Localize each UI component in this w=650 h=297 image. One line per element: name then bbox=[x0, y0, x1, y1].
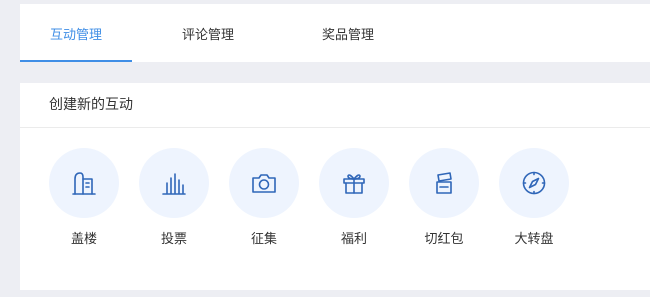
red-packet-icon bbox=[409, 148, 479, 218]
create-interaction-panel: 创建新的互动 盖楼 投票 征集 福利 切红包 大转盘 bbox=[20, 83, 650, 290]
interaction-wheel[interactable]: 大转盘 bbox=[499, 148, 569, 248]
gift-icon bbox=[319, 148, 389, 218]
item-label: 大转盘 bbox=[514, 232, 554, 247]
tab-bar: 互动管理 评论管理 奖品管理 bbox=[20, 4, 650, 62]
tab-comment-management[interactable]: 评论管理 bbox=[132, 4, 284, 62]
item-label: 切红包 bbox=[424, 232, 464, 247]
item-label: 福利 bbox=[340, 232, 367, 247]
tab-prize-management[interactable]: 奖品管理 bbox=[284, 4, 412, 62]
item-label: 盖楼 bbox=[70, 232, 97, 247]
building-icon bbox=[49, 148, 119, 218]
interaction-welfare[interactable]: 福利 bbox=[319, 148, 389, 248]
tab-interaction-management[interactable]: 互动管理 bbox=[20, 4, 132, 62]
interaction-vote[interactable]: 投票 bbox=[139, 148, 209, 248]
interaction-collect[interactable]: 征集 bbox=[229, 148, 299, 248]
interaction-type-list: 盖楼 投票 征集 福利 切红包 大转盘 bbox=[49, 148, 589, 248]
camera-icon bbox=[229, 148, 299, 218]
panel-title: 创建新的互动 bbox=[49, 97, 133, 113]
interaction-red-packet[interactable]: 切红包 bbox=[409, 148, 479, 248]
bar-chart-icon bbox=[139, 148, 209, 218]
compass-icon bbox=[499, 148, 569, 218]
divider bbox=[20, 127, 650, 128]
item-label: 投票 bbox=[160, 232, 187, 247]
interaction-building[interactable]: 盖楼 bbox=[49, 148, 119, 248]
item-label: 征集 bbox=[250, 232, 277, 247]
